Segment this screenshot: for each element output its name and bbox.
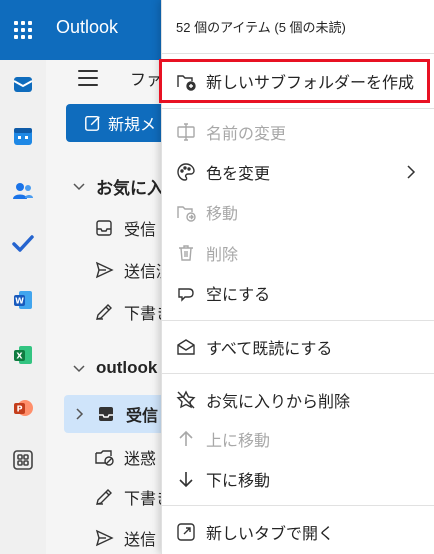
word-icon[interactable]: W <box>9 286 37 314</box>
trash-icon <box>179 245 193 261</box>
menu-header: 52 個のアイテム (5 個の未読) <box>176 20 346 35</box>
inbox-icon <box>99 407 113 421</box>
menu-item-label: 新しいタブで開く <box>206 526 335 543</box>
account-sent[interactable]: 送信 <box>94 522 156 554</box>
menu-item-delete[interactable]: 削除 <box>162 234 434 272</box>
favorite-inbox[interactable]: 受信 <box>94 212 156 244</box>
mail-icon[interactable] <box>9 70 37 98</box>
chevron-right-icon <box>76 408 84 420</box>
menu-item-move-down[interactable]: 下に移動 <box>162 460 434 498</box>
menu-item-label: 上に移動 <box>206 433 271 450</box>
menu-divider <box>162 53 434 54</box>
menu-divider <box>162 320 434 321</box>
junk-folder-icon <box>95 450 114 466</box>
menu-item-label: お気に入りから削除 <box>206 394 351 411</box>
powerpoint-icon[interactable]: P <box>9 394 37 422</box>
folder-tab[interactable]: ファ <box>130 66 162 90</box>
menu-item-label: 削除 <box>206 247 239 264</box>
menu-item-move-up[interactable]: 上に移動 <box>162 420 434 458</box>
menu-item-label: 名前の変更 <box>206 126 287 143</box>
send-icon <box>95 529 114 547</box>
account-junk-label: 迷惑 <box>124 451 157 468</box>
palette-icon <box>177 163 195 181</box>
hamburger-menu-icon[interactable] <box>78 70 98 86</box>
compose-icon <box>85 115 100 131</box>
app-rail: W X P <box>0 60 46 554</box>
move-folder-icon <box>177 206 196 222</box>
menu-divider <box>162 505 434 506</box>
highlight-box <box>159 59 430 103</box>
draft-icon <box>96 304 112 320</box>
todo-icon[interactable] <box>9 230 37 258</box>
app-title: Outlook <box>56 17 119 37</box>
arrow-up-icon <box>179 430 193 446</box>
chevron-down-icon <box>73 183 85 191</box>
menu-item-move[interactable]: 移動 <box>162 193 434 231</box>
people-icon[interactable] <box>9 177 37 205</box>
open-new-tab-icon <box>177 523 195 541</box>
menu-divider <box>162 108 434 109</box>
star-off-icon <box>176 390 196 409</box>
account-label: outlook <box>96 358 158 377</box>
menu-item-empty[interactable]: 空にする <box>162 274 434 312</box>
menu-divider <box>162 373 434 374</box>
chevron-down-icon <box>73 365 85 373</box>
send-icon <box>95 261 114 279</box>
menu-item-label: 下に移動 <box>206 473 271 490</box>
draft-icon <box>96 489 112 505</box>
favorite-inbox-label: 受信 <box>124 222 157 239</box>
menu-item-open-new-tab[interactable]: 新しいタブで開く <box>162 513 434 551</box>
menu-item-label: 空にする <box>206 287 271 304</box>
new-mail-label: 新規メ <box>108 117 157 134</box>
account-section[interactable]: outlook <box>72 352 157 384</box>
menu-item-label: すべて既読にする <box>206 341 333 358</box>
app-launcher-icon[interactable] <box>14 21 32 39</box>
menu-item-change-color[interactable]: 色を変更 <box>162 153 434 191</box>
svg-text:X: X <box>16 352 23 361</box>
calendar-icon[interactable] <box>9 122 37 150</box>
svg-text:W: W <box>15 297 24 306</box>
arrow-down-icon <box>179 472 193 488</box>
favorites-section[interactable]: お気に入 <box>72 170 164 202</box>
mail-read-icon <box>177 339 195 355</box>
more-apps-icon[interactable] <box>9 446 37 474</box>
eraser-icon <box>178 288 194 302</box>
menu-item-label: 色を変更 <box>206 166 271 183</box>
account-inbox-label: 受信 <box>126 408 159 425</box>
rename-icon <box>177 123 195 141</box>
menu-item-mark-all-read[interactable]: すべて既読にする <box>162 328 434 366</box>
menu-item-rename[interactable]: 名前の変更 <box>162 113 434 151</box>
excel-icon[interactable]: X <box>9 341 37 369</box>
inbox-icon <box>96 220 112 236</box>
account-junk[interactable]: 迷惑 <box>94 441 156 473</box>
account-sent-label: 送信 <box>124 532 157 549</box>
menu-item-label: 移動 <box>206 206 239 223</box>
svg-text:P: P <box>17 405 23 414</box>
favorites-label: お気に入 <box>96 178 164 198</box>
chevron-right-icon <box>407 165 416 179</box>
menu-item-remove-favorite[interactable]: お気に入りから削除 <box>162 381 434 419</box>
